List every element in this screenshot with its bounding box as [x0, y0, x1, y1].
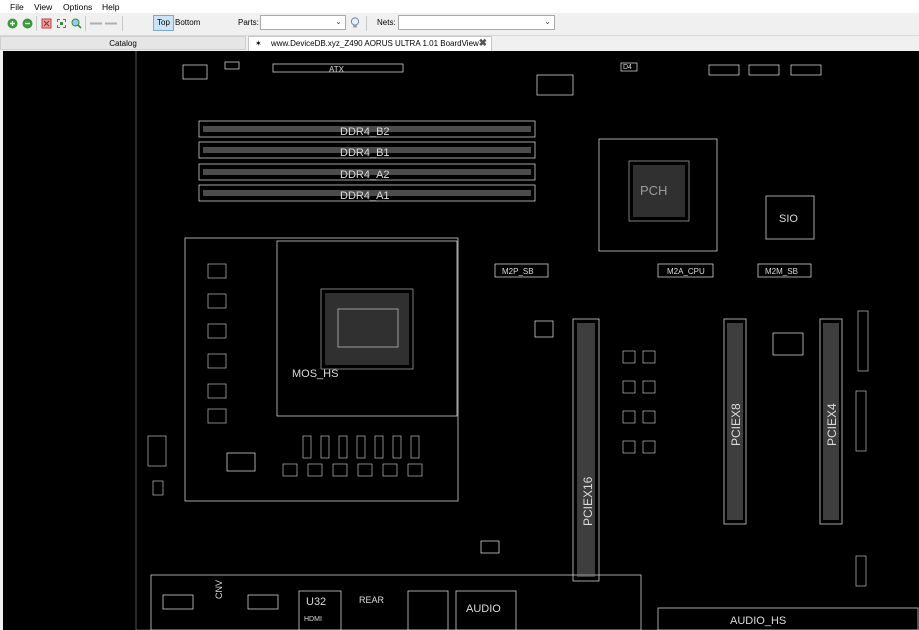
board-label-pciex16: PCIEX16 — [581, 476, 595, 526]
board-layout: ATX DDR4_B2 DDR4_B1 DDR4_A2 DDR4_A1 PCH … — [135, 51, 919, 630]
board-label-pciex8: PCIEX8 — [729, 403, 743, 446]
menu-help[interactable]: Help — [102, 2, 119, 12]
menu-options[interactable]: Options — [63, 2, 92, 12]
toolbar-separator — [36, 16, 37, 31]
nets-label: Nets: — [377, 18, 396, 27]
toolbar: Top Bottom Parts: ⌄ Nets: ⌄ — [0, 13, 919, 36]
board-label-m2m-sb: M2M_SB — [765, 267, 798, 276]
menu-file[interactable]: File — [10, 2, 24, 12]
board-label-pch: PCH — [640, 183, 667, 198]
board-label-ddr4-b2: DDR4_B2 — [340, 126, 390, 138]
chevron-down-icon: ⌄ — [544, 17, 551, 26]
board-label-sio: SIO — [779, 213, 798, 225]
zoom-area-icon[interactable] — [70, 17, 82, 29]
catalog-panel-tab[interactable]: Catalog — [0, 36, 246, 50]
chevron-down-icon: ⌄ — [335, 17, 342, 26]
close-icon[interactable]: ✖ — [479, 37, 487, 51]
parts-combo[interactable]: ⌄ — [260, 15, 346, 30]
board-label-cnv: CNV — [214, 580, 224, 599]
menu-bar: File View Options Help — [0, 0, 919, 13]
back-icon[interactable] — [89, 17, 103, 29]
tab-boardview-document[interactable]: ✶ www.DeviceDB.xyz_Z490 AORUS ULTRA 1.01… — [248, 36, 492, 51]
tab-title: www.DeviceDB.xyz_Z490 AORUS ULTRA 1.01 B… — [271, 39, 479, 48]
forward-icon[interactable] — [104, 17, 118, 29]
board-label-ddr4-a1: DDR4_A1 — [340, 190, 390, 202]
board-label-d4: D4 — [623, 64, 632, 71]
fit-icon[interactable] — [40, 17, 52, 29]
parts-label: Parts: — [238, 18, 259, 27]
side-top-button[interactable]: Top — [153, 15, 174, 31]
side-bottom-button[interactable]: Bottom — [172, 16, 203, 30]
board-label-pciex4: PCIEX4 — [825, 403, 839, 446]
board-label-audio: AUDIO — [466, 603, 501, 615]
board-label-audio-hs: AUDIO_HS — [730, 615, 786, 627]
board-label-u32: U32 — [306, 596, 326, 608]
board-label-rear: REAR — [359, 595, 385, 605]
toolbar-separator — [122, 16, 123, 31]
board-label-ddr4-a2: DDR4_A2 — [340, 169, 390, 181]
board-label-m2p-sb: M2P_SB — [502, 267, 534, 276]
toolbar-separator — [366, 16, 367, 31]
fit-screen-icon[interactable] — [55, 17, 67, 29]
board-label-mos-hs: MOS_HS — [292, 368, 338, 380]
board-label-atx: ATX — [329, 65, 345, 74]
zoom-out-icon[interactable] — [21, 17, 33, 29]
toolbar-separator — [85, 16, 86, 31]
board-label-m2a-cpu: M2A_CPU — [667, 267, 705, 276]
lightbulb-icon[interactable] — [349, 17, 361, 29]
zoom-in-icon[interactable] — [6, 17, 18, 29]
board-view-canvas[interactable]: ATX DDR4_B2 DDR4_B1 DDR4_A2 DDR4_A1 PCH … — [3, 51, 919, 630]
nets-combo[interactable]: ⌄ — [398, 15, 555, 30]
menu-view[interactable]: View — [34, 2, 52, 12]
board-label-hdmi: HDMI — [304, 616, 322, 623]
pin-icon[interactable]: ✶ — [255, 37, 262, 51]
board-label-ddr4-b1: DDR4_B1 — [340, 147, 390, 159]
